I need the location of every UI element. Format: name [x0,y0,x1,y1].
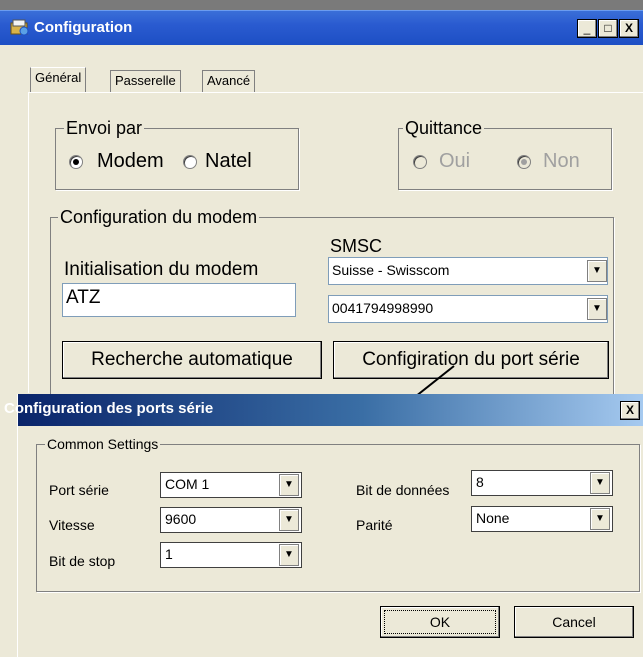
port-select[interactable]: COM 1 ▼ [160,472,302,498]
smsc-label: SMSC [330,236,383,256]
quittance-legend: Quittance [403,118,485,138]
parity-select[interactable]: None ▼ [471,506,613,532]
smsc-number-value: 0041794998990 [332,300,434,316]
envoi-par-legend: Envoi par [64,118,145,138]
vitesse-value: 9600 [165,511,197,527]
window-title: Configuration [34,19,133,36]
common-settings-legend: Common Settings [45,436,161,452]
maximize-button[interactable]: □ [598,19,618,38]
data-bits-label: Bit de données [356,482,450,498]
top-strip [0,0,643,10]
chevron-down-icon[interactable]: ▼ [279,509,299,531]
natel-radio[interactable] [183,155,197,169]
tab-passerelle[interactable]: Passerelle [110,70,181,92]
init-input[interactable]: ATZ [62,283,296,317]
dialog-title: Configuration des ports série [4,400,214,417]
tab-avance[interactable]: Avancé [202,70,256,92]
data-bits-value: 8 [476,474,484,490]
dialog-title-bar[interactable]: Configuration des ports série X [4,394,643,426]
chevron-down-icon[interactable]: ▼ [590,508,610,530]
parity-value: None [476,510,510,526]
port-value: COM 1 [165,476,210,492]
modem-radio[interactable] [69,155,83,169]
tab-general[interactable]: Général [30,67,87,92]
init-label: Initialisation du modem [64,259,259,280]
chevron-down-icon[interactable]: ▼ [590,472,610,494]
oui-radio[interactable] [413,155,427,169]
smsc-provider-select[interactable]: Suisse - Swisscom ▼ [328,257,608,285]
stop-bit-select[interactable]: 1 ▼ [160,542,302,568]
natel-label[interactable]: Natel [205,150,252,173]
smsc-number-select[interactable]: 0041794998990 ▼ [328,295,608,323]
non-radio[interactable] [517,155,531,169]
oui-label: Oui [439,150,471,172]
port-label: Port série [49,482,109,498]
chevron-down-icon[interactable]: ▼ [279,474,299,496]
smsc-provider-value: Suisse - Swisscom [332,262,450,278]
recherche-automatique-button[interactable]: Recherche automatique [62,341,322,379]
app-icon [10,19,30,37]
non-label: Non [543,150,580,172]
ok-button[interactable]: OK [380,606,500,638]
serial-port-dialog: Configuration des ports série X Common S… [4,394,643,657]
chevron-down-icon[interactable]: ▼ [279,544,299,566]
dialog-close-button[interactable]: X [620,401,640,420]
parity-label: Parité [356,517,393,533]
minimize-button[interactable]: _ [577,19,597,38]
close-button[interactable]: X [619,19,639,38]
data-bits-select[interactable]: 8 ▼ [471,470,613,496]
stop-bit-label: Bit de stop [49,553,116,569]
stop-bit-value: 1 [165,546,173,562]
chevron-down-icon[interactable]: ▼ [587,260,607,282]
vitesse-select[interactable]: 9600 ▼ [160,507,302,533]
modem-label[interactable]: Modem [97,150,164,173]
chevron-down-icon[interactable]: ▼ [587,298,607,320]
vitesse-label: Vitesse [49,517,95,533]
cancel-button[interactable]: Cancel [514,606,634,638]
main-title-bar[interactable]: Configuration _ □ X [0,10,643,45]
modem-config-legend: Configuration du modem [58,207,260,227]
init-value: ATZ [66,287,101,308]
port-config-button[interactable]: Configiration du port série [333,341,609,379]
